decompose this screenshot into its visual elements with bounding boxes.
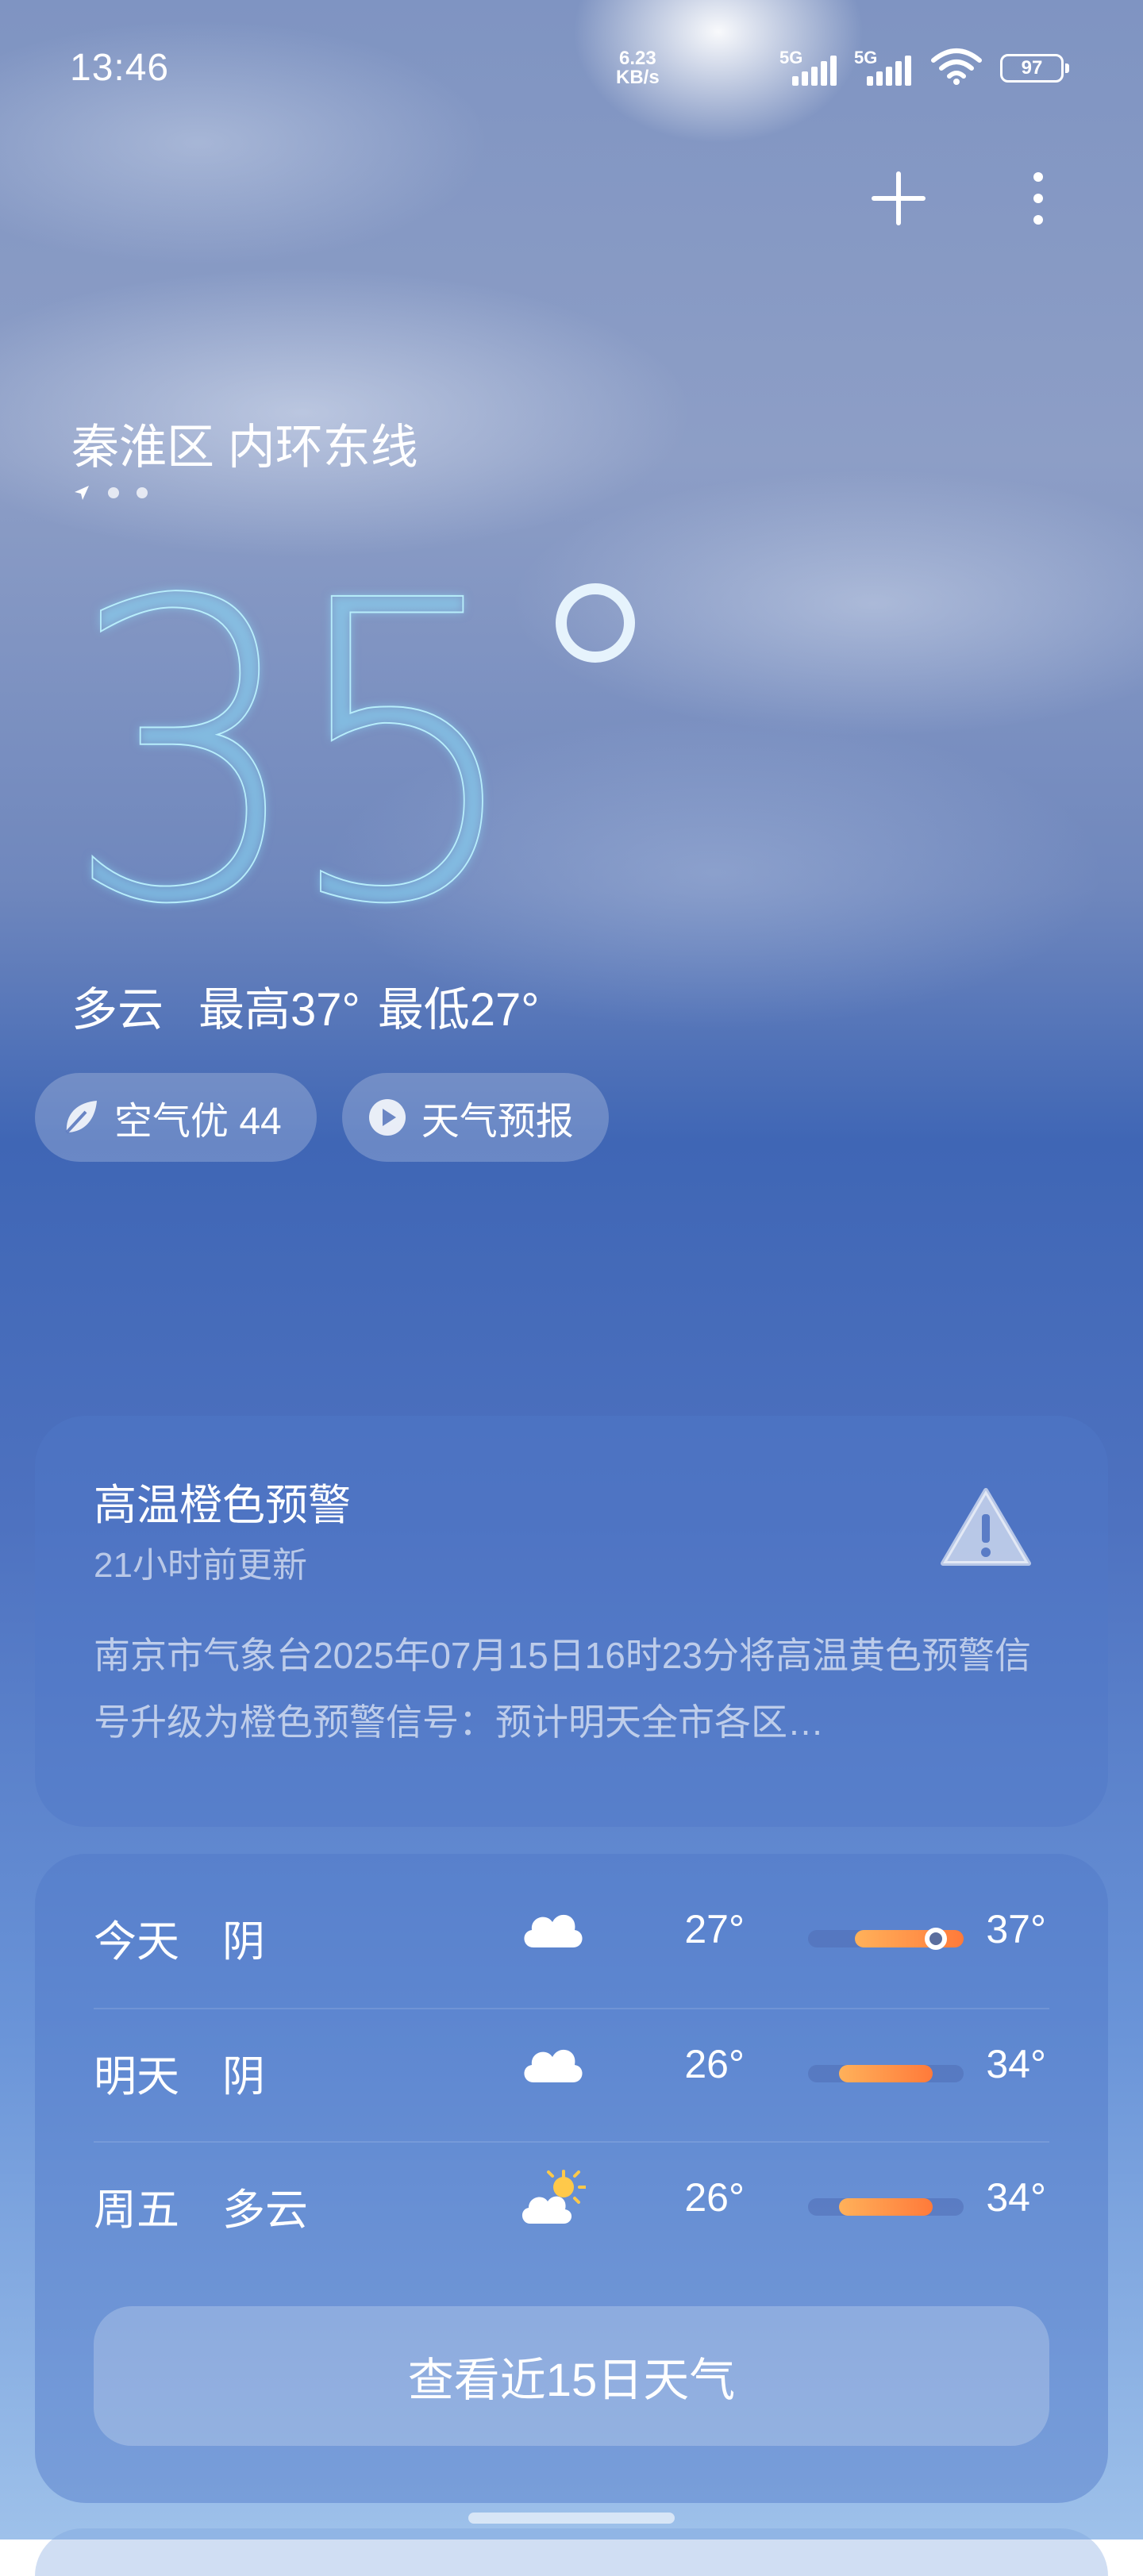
forecast-video-label: 天气预报 (421, 1101, 574, 1143)
temperature-range-fill (839, 2065, 933, 2082)
forecast-high: 37° (986, 1907, 1046, 1951)
alert-updated-time: 21小时前更新 (94, 1546, 307, 1585)
air-quality-pill[interactable]: 空气优 44 (35, 1073, 317, 1162)
forecast-low: 27° (684, 1907, 745, 1951)
forecast-condition: 多云 (222, 2186, 308, 2234)
current-temperature-value: 35 (63, 513, 525, 994)
status-bar: 13:46 6.23 KB/s 5G 5G 97 (0, 0, 1143, 119)
page-dot (108, 487, 119, 498)
status-time: 13:46 (70, 47, 170, 89)
next-card-peek (35, 2528, 1108, 2576)
network-speed-unit: KB/s (616, 67, 660, 88)
today-high: 最高37° (198, 984, 360, 1036)
temperature-range-bar (808, 2065, 964, 2082)
info-pills: 空气优 44 天气预报 (35, 1073, 609, 1162)
alert-body: 南京市气象台2025年07月15日16时23分将高温黄色预警信号升级为橙色预警信… (94, 1635, 1031, 1743)
forecast-condition: 阴 (222, 2053, 265, 2101)
location-arrow-icon (75, 486, 89, 500)
view-15-day-button[interactable]: 查看近15日天气 (94, 2306, 1049, 2446)
leaf-icon (65, 1101, 97, 1134)
weather-alert-card[interactable]: 高温橙色预警 21小时前更新 南京市气象台2025年07月15日16时23分将高… (35, 1416, 1108, 1827)
forecast-row-tomorrow[interactable]: 明天 阴 26° 34° (94, 2001, 1049, 2135)
cloud-icon (519, 1901, 586, 1956)
battery-icon: 97 (1000, 54, 1069, 83)
forecast-low: 26° (684, 2175, 745, 2220)
network-speed: 6.23 KB/s (616, 49, 660, 87)
forecast-video-pill[interactable]: 天气预报 (341, 1073, 609, 1162)
forecast-day: 今天 (94, 1918, 179, 1966)
current-temperature: 35 (63, 513, 541, 994)
forecast-day: 明天 (94, 2053, 179, 2101)
weather-summary: 多云 最高37° 最低27° (71, 972, 539, 1039)
wifi-icon (930, 46, 983, 90)
sim2-signal-icon: 5G (854, 48, 926, 86)
forecast-card: 今天 阴 27° 37° 明天 阴 26° 34° 周五 多云 26° 34° … (35, 1854, 1108, 2503)
page-dot (137, 487, 148, 498)
forecast-row-friday[interactable]: 周五 多云 26° 34° (94, 2135, 1049, 2268)
forecast-high: 34° (986, 2042, 1046, 2086)
warning-icon (940, 1487, 1032, 1571)
forecast-day: 周五 (94, 2186, 179, 2234)
network-speed-value: 6.23 (618, 48, 656, 69)
forecast-high: 34° (986, 2175, 1046, 2220)
forecast-row-today[interactable]: 今天 阴 27° 37° (94, 1867, 1049, 2000)
temperature-range-bar (808, 2198, 964, 2216)
forecast-condition: 阴 (222, 1918, 265, 1966)
alert-title: 高温橙色预警 (94, 1482, 351, 1529)
home-indicator[interactable] (468, 2513, 675, 2524)
add-city-button[interactable] (867, 167, 930, 230)
forecast-low: 26° (684, 2042, 745, 2086)
temperature-range-fill (839, 2198, 933, 2216)
current-temp-marker (924, 1928, 947, 1950)
partly-sunny-icon (519, 2170, 587, 2231)
degree-symbol (556, 583, 635, 663)
temperature-range-fill (854, 1930, 964, 1947)
sim1-signal-icon: 5G (779, 48, 851, 86)
today-low: 最低27° (377, 984, 540, 1036)
more-menu-button[interactable] (1006, 167, 1070, 230)
play-circle-icon (368, 1099, 406, 1136)
air-quality-label: 空气优 44 (114, 1101, 282, 1143)
location-title[interactable]: 秦淮区 内环东线 (71, 409, 418, 478)
more-vertical-icon (1033, 172, 1043, 225)
current-condition: 多云 (71, 984, 164, 1036)
page-indicator (73, 484, 148, 502)
temperature-range-bar (808, 1928, 964, 1950)
plus-icon (872, 171, 926, 225)
cloud-icon (519, 2036, 586, 2091)
